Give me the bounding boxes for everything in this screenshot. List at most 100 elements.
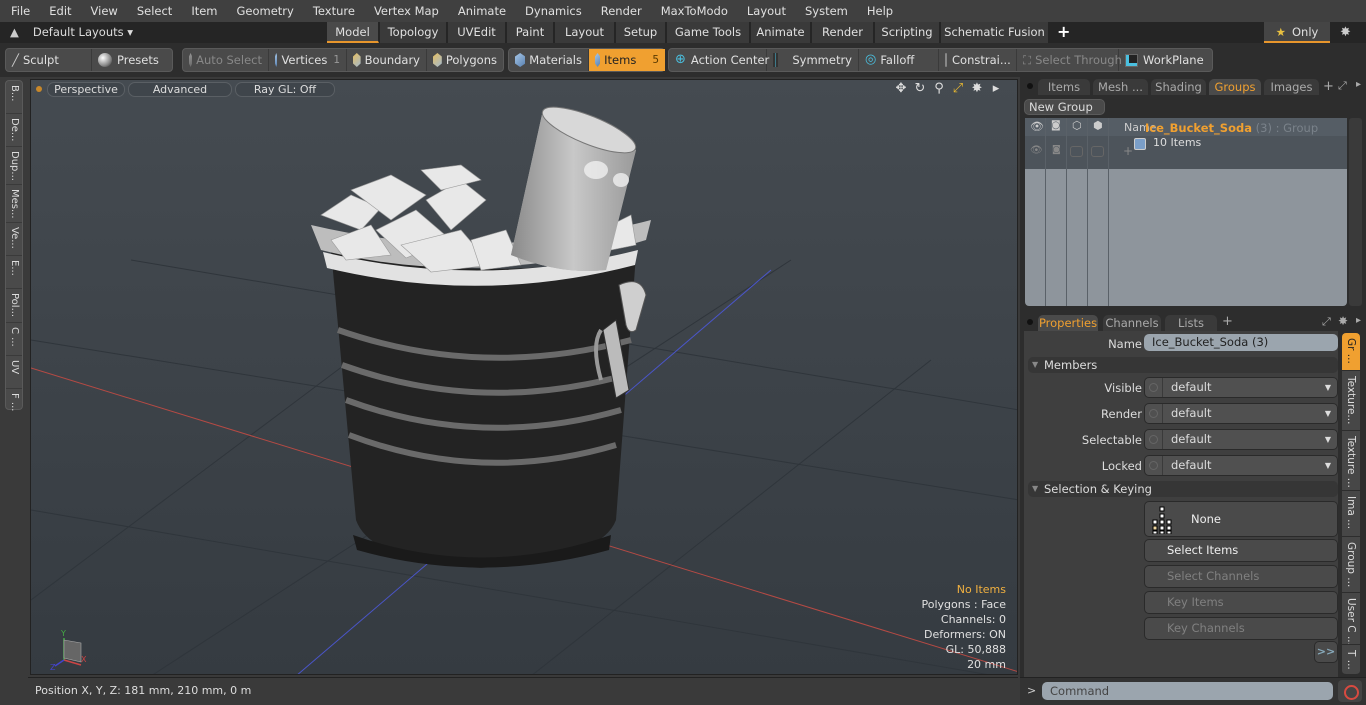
left-tab-fusion[interactable]: F ... xyxy=(6,389,22,422)
left-tab-polygon[interactable]: Pol... xyxy=(6,289,22,323)
boundary-button[interactable]: Boundary xyxy=(347,49,427,71)
rotate-view-icon[interactable]: ↻ xyxy=(913,81,927,96)
menu-edit[interactable]: Edit xyxy=(38,0,79,22)
viewport-more-icon[interactable]: ▸ xyxy=(989,81,1003,96)
panel-menu-icon[interactable]: ▸ xyxy=(1356,79,1361,90)
side-tab-t[interactable]: T ... xyxy=(1342,645,1360,675)
command-input[interactable]: Command xyxy=(1042,682,1333,700)
sculpt-button[interactable]: ╱ Sculpt xyxy=(6,49,92,71)
side-tab-group-2[interactable]: Group ... xyxy=(1342,537,1360,593)
workplane-button[interactable]: WorkPlane xyxy=(1119,49,1211,71)
menu-layout[interactable]: Layout xyxy=(736,0,794,22)
3d-viewport[interactable]: Y X Z Perspective Advanced Ray GL: Off ✥… xyxy=(30,79,1018,675)
side-tab-texture-1[interactable]: Texture... xyxy=(1342,371,1360,431)
left-tab-curve[interactable]: C ... xyxy=(6,323,22,356)
row-selectable-toggle[interactable] xyxy=(1070,146,1083,157)
menu-file[interactable]: File xyxy=(0,0,38,22)
tab-paint[interactable]: Paint xyxy=(507,22,554,43)
menu-maxtomodo[interactable]: MaxToModo xyxy=(650,0,736,22)
left-tab-duplicate[interactable]: Dup... xyxy=(6,147,22,185)
tab-topology[interactable]: Topology xyxy=(380,22,447,43)
add-props-tab-icon[interactable]: + xyxy=(1222,314,1233,329)
members-section[interactable]: ▼ Members xyxy=(1028,357,1338,373)
viewport-gear-icon[interactable]: ✸ xyxy=(970,81,984,96)
tab-channels[interactable]: Channels xyxy=(1103,315,1161,331)
tab-mesh[interactable]: Mesh ... xyxy=(1093,79,1148,95)
select-items-button[interactable]: Select Items xyxy=(1144,539,1338,562)
maximize-view-icon[interactable]: ⤢ xyxy=(951,81,965,96)
auto-select-button[interactable]: Auto Select xyxy=(183,49,269,71)
locked-header-icon[interactable]: ⬢ xyxy=(1093,119,1103,132)
tab-shading[interactable]: Shading xyxy=(1151,79,1206,95)
zoom-view-icon[interactable]: ⚲ xyxy=(932,81,946,96)
expand-plus-icon[interactable]: + xyxy=(1123,144,1133,158)
select-channels-button[interactable]: Select Channels xyxy=(1144,565,1338,588)
items-button[interactable]: Items 5 xyxy=(589,49,665,71)
tab-items[interactable]: Items xyxy=(1038,79,1090,95)
add-panel-tab-icon[interactable]: + xyxy=(1323,79,1334,94)
selectable-header-icon[interactable]: ⬡ xyxy=(1072,119,1082,132)
raygl-button[interactable]: Ray GL: Off xyxy=(235,82,335,97)
expand-panel-icon[interactable]: ⤢ xyxy=(1338,79,1347,93)
row-locked-toggle[interactable] xyxy=(1091,146,1104,157)
layouts-dropdown[interactable]: ▲ Default Layouts ▾ xyxy=(10,22,133,43)
side-tab-user-channels[interactable]: User C ... xyxy=(1342,593,1360,645)
tab-scripting[interactable]: Scripting xyxy=(875,22,940,43)
menu-geometry[interactable]: Geometry xyxy=(226,0,302,22)
left-tab-mesh-edit[interactable]: Mes... xyxy=(6,185,22,223)
left-tab-vertex[interactable]: Ve... xyxy=(6,223,22,256)
menu-view[interactable]: View xyxy=(80,0,126,22)
menu-dynamics[interactable]: Dynamics xyxy=(514,0,590,22)
visible-dropdown[interactable]: default ▼ xyxy=(1144,377,1338,398)
props-menu-icon[interactable]: ▸ xyxy=(1356,315,1361,326)
tab-schematic-fusion[interactable]: Schematic Fusion xyxy=(941,22,1049,43)
record-macro-icon[interactable] xyxy=(1338,680,1362,702)
ice-bucket-model[interactable] xyxy=(311,98,651,568)
locked-dropdown[interactable]: default ▼ xyxy=(1144,455,1338,476)
row-visibility-toggle[interactable]: 👁 xyxy=(1030,145,1043,156)
vertices-button[interactable]: Vertices 1 xyxy=(269,49,347,71)
side-tab-texture-2[interactable]: Texture ... xyxy=(1342,431,1360,491)
gear-icon[interactable]: ✸ xyxy=(1340,22,1351,43)
falloff-button[interactable]: ◎ Falloff xyxy=(859,49,939,71)
groups-scrollbar[interactable] xyxy=(1349,118,1362,306)
select-through-button[interactable]: ⛶ Select Through xyxy=(1017,49,1122,71)
tab-render[interactable]: Render xyxy=(812,22,874,43)
menu-item[interactable]: Item xyxy=(180,0,225,22)
tab-game-tools[interactable]: Game Tools xyxy=(667,22,750,43)
side-tab-image[interactable]: Ima ... xyxy=(1342,491,1360,537)
tab-images[interactable]: Images xyxy=(1264,79,1319,95)
move-view-icon[interactable]: ✥ xyxy=(894,81,908,96)
name-input[interactable]: Ice_Bucket_Soda (3) xyxy=(1144,334,1338,351)
render-dropdown[interactable]: default ▼ xyxy=(1144,403,1338,424)
menu-vertex-map[interactable]: Vertex Map xyxy=(363,0,447,22)
tab-lists[interactable]: Lists xyxy=(1165,315,1217,331)
group-name[interactable]: Ice_Bucket_Soda (3) : Group xyxy=(1145,121,1318,135)
new-group-button[interactable]: New Group xyxy=(1024,99,1105,115)
tab-layout[interactable]: Layout xyxy=(555,22,615,43)
menu-render[interactable]: Render xyxy=(590,0,650,22)
menu-select[interactable]: Select xyxy=(126,0,180,22)
more-button[interactable]: >> xyxy=(1314,641,1338,663)
presets-button[interactable]: Presets xyxy=(92,49,172,71)
left-tab-uv[interactable]: UV xyxy=(6,356,22,389)
collapse-arrow-icon[interactable]: ▲ xyxy=(10,25,19,39)
polygons-button[interactable]: Polygons xyxy=(427,49,503,71)
action-center-button[interactable]: ⊕ Action Center xyxy=(669,49,769,71)
menu-system[interactable]: System xyxy=(794,0,856,22)
advanced-button[interactable]: Advanced xyxy=(128,82,232,97)
left-tab-basic[interactable]: B... xyxy=(6,81,22,114)
symmetry-button[interactable]: Symmetry xyxy=(767,49,859,71)
selectable-dropdown[interactable]: default ▼ xyxy=(1144,429,1338,450)
none-button[interactable]: None xyxy=(1144,501,1338,537)
left-tab-deform[interactable]: De... xyxy=(6,114,22,147)
side-tab-group[interactable]: Gr ... xyxy=(1342,333,1360,371)
tab-properties[interactable]: Properties xyxy=(1038,315,1098,331)
expand-props-icon[interactable]: ⤢ xyxy=(1322,315,1331,329)
menu-texture[interactable]: Texture xyxy=(302,0,363,22)
menu-animate[interactable]: Animate xyxy=(447,0,514,22)
visibility-header-icon[interactable]: 👁 xyxy=(1030,120,1044,133)
add-tab-icon[interactable]: + xyxy=(1057,22,1070,43)
materials-button[interactable]: Materials xyxy=(509,49,589,71)
row-render-toggle[interactable]: ◙ xyxy=(1052,145,1061,155)
